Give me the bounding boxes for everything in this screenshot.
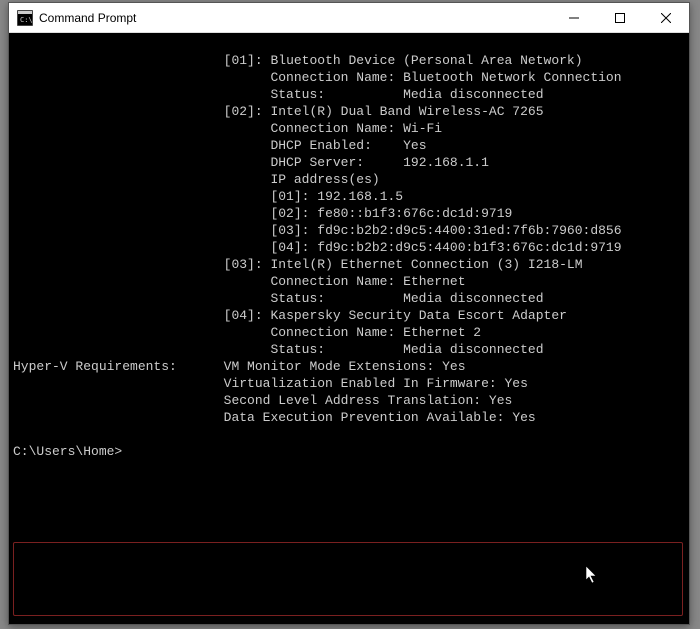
cmd-icon: C:\ — [17, 10, 33, 26]
maximize-button[interactable] — [597, 3, 643, 32]
mouse-cursor-icon — [539, 549, 553, 569]
minimize-button[interactable] — [551, 3, 597, 32]
output-text: [01]: Bluetooth Device (Personal Area Ne… — [13, 52, 685, 460]
close-button[interactable] — [643, 3, 689, 32]
svg-text:C:\: C:\ — [20, 16, 33, 24]
window-title: Command Prompt — [39, 11, 551, 25]
terminal-output[interactable]: [01]: Bluetooth Device (Personal Area Ne… — [9, 33, 689, 624]
prompt-line: C:\Users\Home> — [13, 444, 122, 459]
window-controls — [551, 3, 689, 32]
titlebar[interactable]: C:\ Command Prompt — [9, 3, 689, 33]
command-prompt-window: C:\ Command Prompt [01]: Bluetooth Devic… — [8, 2, 690, 625]
highlight-box — [13, 542, 683, 616]
